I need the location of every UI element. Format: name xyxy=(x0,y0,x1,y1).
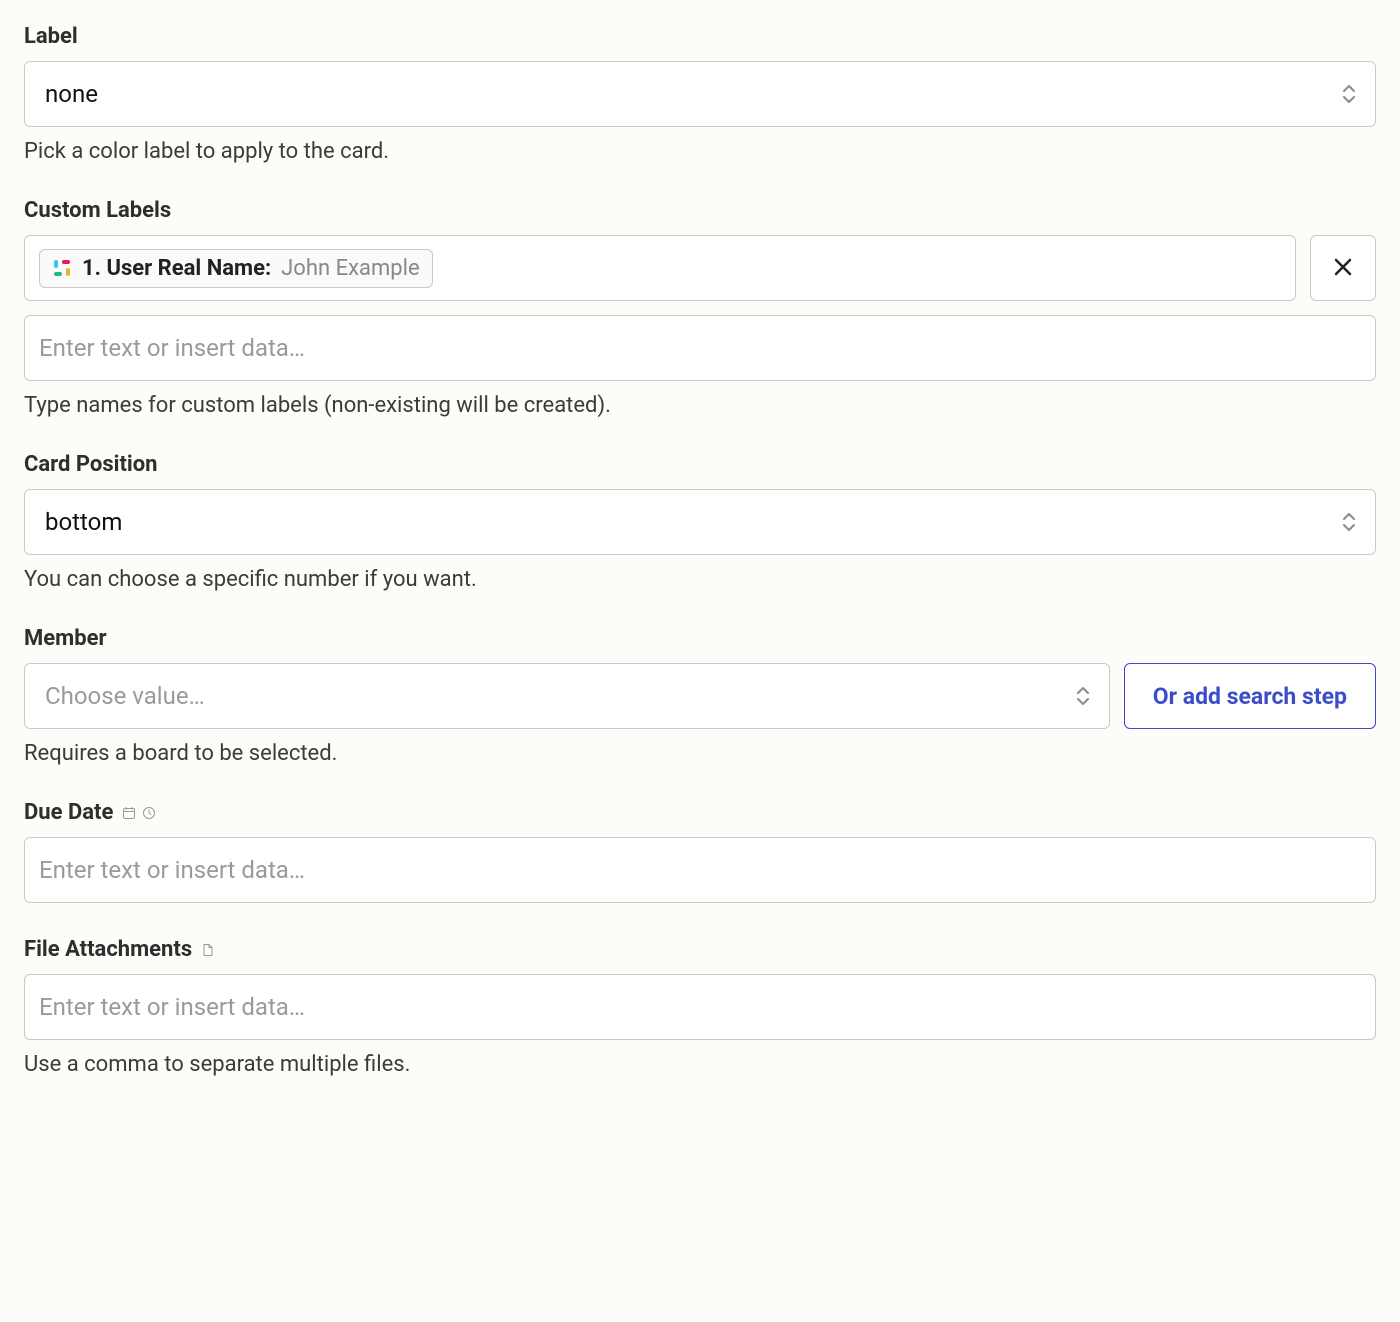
due-date-input[interactable]: Enter text or insert data… xyxy=(24,837,1376,903)
member-placeholder: Choose value… xyxy=(45,682,205,710)
card-position-value: bottom xyxy=(45,508,122,536)
add-search-step-label: Or add search step xyxy=(1153,683,1347,710)
custom-labels-field: Custom Labels 1. User Real Name: John Ex… xyxy=(24,198,1376,418)
file-attachments-help: Use a comma to separate multiple files. xyxy=(24,1052,1376,1077)
pill-prefix: 1. User Real Name: xyxy=(82,256,271,281)
due-date-title: Due Date xyxy=(24,800,1376,825)
remove-custom-label-button[interactable] xyxy=(1310,235,1376,301)
custom-labels-placeholder: Enter text or insert data… xyxy=(39,334,305,362)
file-attachments-placeholder: Enter text or insert data… xyxy=(39,993,305,1021)
file-attachments-field: File Attachments Enter text or insert da… xyxy=(24,937,1376,1077)
card-position-help: You can choose a specific number if you … xyxy=(24,567,1376,592)
slack-icon xyxy=(52,258,72,278)
label-select-value: none xyxy=(45,80,98,108)
close-icon xyxy=(1332,252,1354,285)
label-select[interactable]: none xyxy=(24,61,1376,127)
label-title: Label xyxy=(24,24,1376,49)
chevron-updown-icon xyxy=(1341,512,1357,532)
chevron-updown-icon xyxy=(1341,84,1357,104)
due-date-title-text: Due Date xyxy=(24,800,113,825)
file-attachments-title: File Attachments xyxy=(24,937,1376,962)
add-search-step-button[interactable]: Or add search step xyxy=(1124,663,1376,729)
member-select[interactable]: Choose value… xyxy=(24,663,1110,729)
custom-labels-title: Custom Labels xyxy=(24,198,1376,223)
member-title: Member xyxy=(24,626,1376,651)
file-attachments-title-text: File Attachments xyxy=(24,937,192,962)
custom-labels-help: Type names for custom labels (non-existi… xyxy=(24,393,1376,418)
member-help: Requires a board to be selected. xyxy=(24,741,1376,766)
user-real-name-pill[interactable]: 1. User Real Name: John Example xyxy=(39,249,433,288)
chevron-updown-icon xyxy=(1075,686,1091,706)
custom-labels-input-1[interactable]: 1. User Real Name: John Example xyxy=(24,235,1296,301)
label-field: Label none Pick a color label to apply t… xyxy=(24,24,1376,164)
card-position-field: Card Position bottom You can choose a sp… xyxy=(24,452,1376,592)
pill-example: John Example xyxy=(281,256,419,281)
card-position-select[interactable]: bottom xyxy=(24,489,1376,555)
card-position-title: Card Position xyxy=(24,452,1376,477)
member-field: Member Choose value… Or add search step … xyxy=(24,626,1376,766)
file-icon xyxy=(200,942,216,958)
custom-labels-input-2[interactable]: Enter text or insert data… xyxy=(24,315,1376,381)
calendar-icon xyxy=(121,805,137,821)
clock-icon xyxy=(141,805,157,821)
file-attachments-input[interactable]: Enter text or insert data… xyxy=(24,974,1376,1040)
due-date-field: Due Date Enter text or insert data… xyxy=(24,800,1376,903)
label-help: Pick a color label to apply to the card. xyxy=(24,139,1376,164)
due-date-placeholder: Enter text or insert data… xyxy=(39,856,305,884)
